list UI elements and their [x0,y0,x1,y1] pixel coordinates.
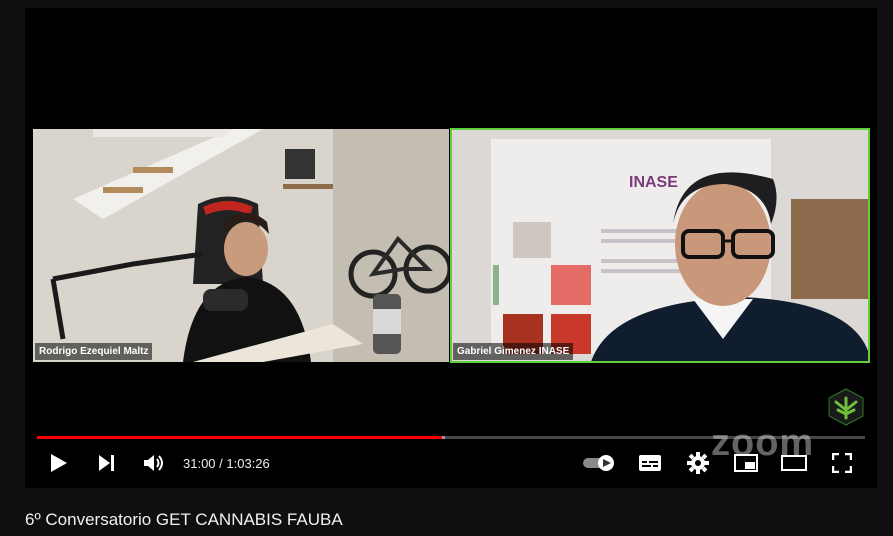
time-separator: / [215,455,227,471]
progress-bar[interactable] [37,436,865,439]
skip-next-icon [99,455,114,471]
autoplay-toggle[interactable] [581,446,617,480]
theater-mode-icon [781,455,807,471]
video-player[interactable]: Rodrigo Ezequiel Maltz INASE Gabriel Gim… [25,8,877,488]
volume-icon [144,455,163,471]
play-icon [51,454,67,472]
participant-video-rodrigo [33,129,449,362]
gear-icon [687,452,709,474]
current-time: 31:00 [183,455,216,471]
participant-tile-rodrigo: Rodrigo Ezequiel Maltz [33,129,449,362]
fullscreen-icon [832,453,852,473]
player-controls: 31:00 / 1:03:26 [25,446,877,482]
subtitles-button[interactable] [637,446,663,480]
time-display: 31:00 / 1:03:26 [183,446,270,480]
play-button[interactable] [45,446,73,480]
participant-video-gabriel: INASE [451,129,869,362]
fullscreen-button[interactable] [829,446,855,480]
volume-button[interactable] [140,446,168,480]
miniplayer-icon [734,454,758,472]
video-title: 6º Conversatorio GET CANNABIS FAUBA [25,510,343,529]
settings-button[interactable] [685,446,711,480]
participant-name-label: Gabriel Gimenez INASE [453,343,574,360]
participant-tile-gabriel: INASE Gabriel Gimenez INASE [450,128,870,363]
theater-mode-button[interactable] [780,446,808,480]
progress-played [37,436,442,439]
progress-buffered [441,436,446,439]
subtitles-icon [639,455,661,471]
duration: 1:03:26 [226,455,270,471]
miniplayer-button[interactable] [733,446,759,480]
participant-name-label: Rodrigo Ezequiel Maltz [35,343,153,360]
next-button[interactable] [93,446,121,480]
cannabis-leaf-logo [828,388,864,426]
autoplay-toggle-icon [583,455,614,471]
slide-logo: INASE [629,174,678,191]
